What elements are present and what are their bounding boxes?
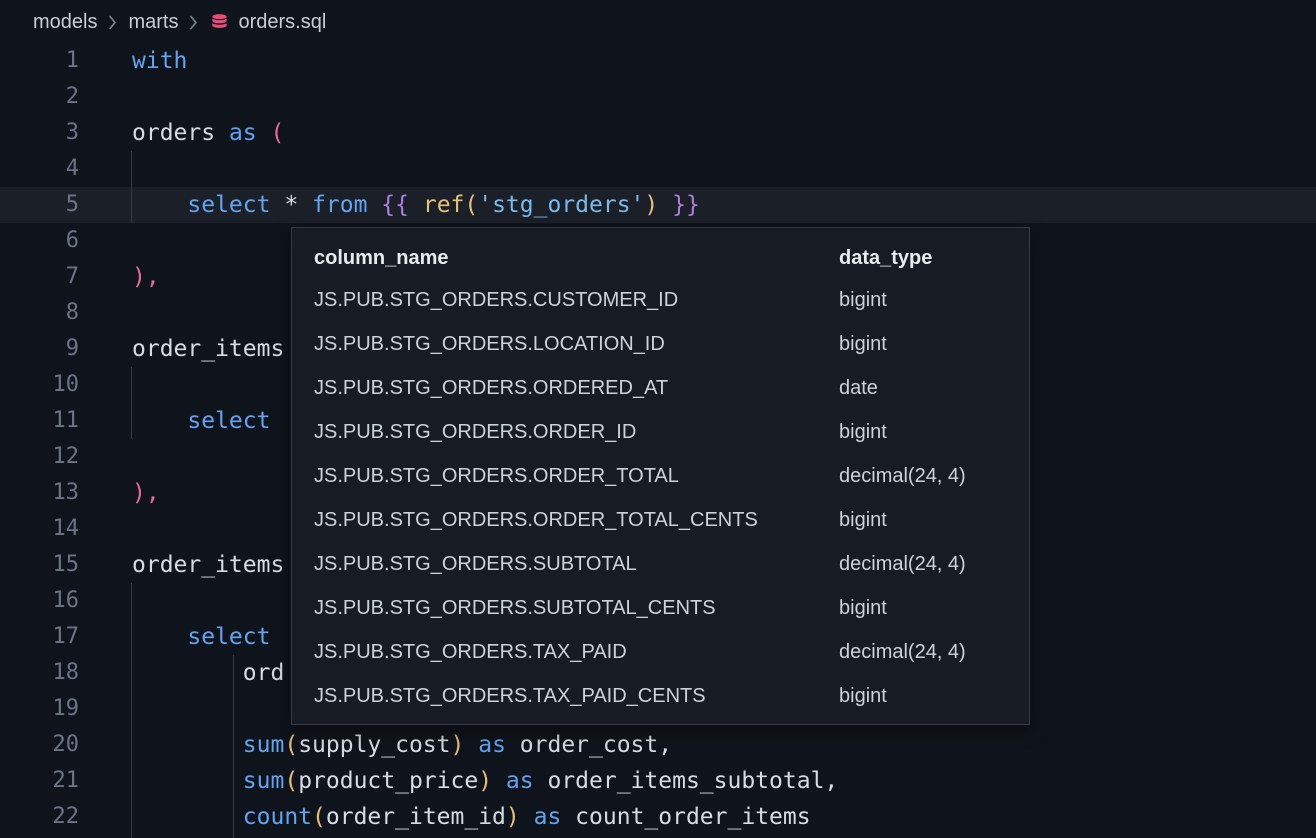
popup-row: JS.PUB.STG_ORDERS.LOCATION_IDbigint — [292, 322, 1029, 366]
popup-column-name: JS.PUB.STG_ORDERS.ORDERED_AT — [314, 377, 839, 400]
breadcrumb-item-models[interactable]: models — [33, 11, 97, 34]
popup-data-type: bigint — [839, 421, 1029, 444]
breadcrumb-item-filename: orders.sql — [238, 11, 326, 34]
code-line[interactable]: 22 count(order_item_id) as count_order_i… — [0, 799, 1316, 835]
line-number: 16 — [0, 583, 79, 619]
popup-header-row: column_name data_type — [292, 238, 1029, 278]
line-number: 6 — [0, 223, 79, 259]
popup-data-type: bigint — [839, 333, 1029, 356]
line-number: 17 — [0, 619, 79, 655]
line-number: 2 — [0, 79, 79, 115]
indent-guide — [131, 151, 132, 223]
code-text: ord — [79, 655, 284, 691]
code-text: with — [79, 43, 187, 79]
code-text — [79, 151, 132, 187]
line-number: 5 — [0, 187, 79, 223]
popup-data-type: decimal(24, 4) — [839, 465, 1029, 488]
columns-popup: column_name data_type JS.PUB.STG_ORDERS.… — [291, 227, 1030, 725]
line-number: 8 — [0, 295, 79, 331]
popup-data-type: bigint — [839, 685, 1029, 708]
code-text: count(order_item_id) as count_order_item… — [79, 799, 811, 835]
breadcrumb-item-marts[interactable]: marts — [128, 11, 178, 34]
code-text: sum(supply_cost) as order_cost, — [79, 727, 672, 763]
code-text: ), — [79, 259, 160, 295]
popup-rows: JS.PUB.STG_ORDERS.CUSTOMER_IDbigintJS.PU… — [292, 278, 1029, 718]
popup-data-type: bigint — [839, 289, 1029, 312]
popup-data-type: decimal(24, 4) — [839, 553, 1029, 576]
line-number: 10 — [0, 367, 79, 403]
popup-row: JS.PUB.STG_ORDERS.ORDERED_ATdate — [292, 366, 1029, 410]
popup-data-type: bigint — [839, 597, 1029, 620]
popup-row: JS.PUB.STG_ORDERS.SUBTOTALdecimal(24, 4) — [292, 542, 1029, 586]
code-text — [79, 223, 132, 259]
popup-data-type: date — [839, 377, 1029, 400]
popup-column-name-header: column_name — [314, 247, 839, 270]
line-number: 3 — [0, 115, 79, 151]
code-text — [79, 511, 132, 547]
code-line[interactable]: 20 sum(supply_cost) as order_cost, — [0, 727, 1316, 763]
popup-column-name: JS.PUB.STG_ORDERS.ORDER_TOTAL — [314, 465, 839, 488]
code-line[interactable]: 2 — [0, 79, 1316, 115]
code-line[interactable]: 1with — [0, 43, 1316, 79]
line-number: 7 — [0, 259, 79, 295]
popup-row: JS.PUB.STG_ORDERS.TAX_PAID_CENTSbigint — [292, 674, 1029, 718]
line-number: 20 — [0, 727, 79, 763]
code-text: select * from {{ ref('stg_orders') }} — [79, 187, 700, 223]
breadcrumb-item-file[interactable]: orders.sql — [209, 11, 326, 34]
popup-column-name: JS.PUB.STG_ORDERS.LOCATION_ID — [314, 333, 839, 356]
popup-data-type: bigint — [839, 509, 1029, 532]
code-text — [79, 367, 132, 403]
line-number: 4 — [0, 151, 79, 187]
popup-row: JS.PUB.STG_ORDERS.ORDER_TOTALdecimal(24,… — [292, 454, 1029, 498]
popup-column-name: JS.PUB.STG_ORDERS.ORDER_ID — [314, 421, 839, 444]
line-number: 1 — [0, 43, 79, 79]
line-number: 11 — [0, 403, 79, 439]
code-text: orders as ( — [79, 115, 284, 151]
line-number: 19 — [0, 691, 79, 727]
popup-data-type-header: data_type — [839, 247, 1029, 270]
popup-column-name: JS.PUB.STG_ORDERS.ORDER_TOTAL_CENTS — [314, 509, 839, 532]
popup-row: JS.PUB.STG_ORDERS.CUSTOMER_IDbigint — [292, 278, 1029, 322]
line-number: 21 — [0, 763, 79, 799]
code-text — [79, 691, 132, 727]
code-line[interactable]: 4 — [0, 151, 1316, 187]
indent-guide — [131, 367, 132, 439]
popup-row: JS.PUB.STG_ORDERS.ORDER_TOTAL_CENTSbigin… — [292, 498, 1029, 542]
line-number: 12 — [0, 439, 79, 475]
popup-column-name: JS.PUB.STG_ORDERS.SUBTOTAL — [314, 553, 839, 576]
line-number: 14 — [0, 511, 79, 547]
breadcrumb: models marts orders.sql — [0, 0, 1316, 44]
code-text: select — [79, 403, 270, 439]
code-text — [79, 439, 132, 475]
popup-column-name: JS.PUB.STG_ORDERS.TAX_PAID_CENTS — [314, 685, 839, 708]
chevron-right-icon — [189, 15, 198, 30]
line-number: 18 — [0, 655, 79, 691]
code-text: order_items — [79, 547, 284, 583]
line-number: 22 — [0, 799, 79, 835]
code-text — [79, 295, 132, 331]
code-text: sum(product_price) as order_items_subtot… — [79, 763, 838, 799]
indent-guide — [131, 583, 132, 838]
code-text — [79, 79, 132, 115]
popup-row: JS.PUB.STG_ORDERS.ORDER_IDbigint — [292, 410, 1029, 454]
line-number: 13 — [0, 475, 79, 511]
code-text: ), — [79, 475, 160, 511]
code-text: select — [79, 619, 270, 655]
popup-column-name: JS.PUB.STG_ORDERS.TAX_PAID — [314, 641, 839, 664]
indent-guide — [233, 655, 234, 838]
code-line[interactable]: 5 select * from {{ ref('stg_orders') }} — [0, 187, 1316, 223]
popup-row: JS.PUB.STG_ORDERS.SUBTOTAL_CENTSbigint — [292, 586, 1029, 630]
code-line[interactable]: 3orders as ( — [0, 115, 1316, 151]
database-icon — [209, 12, 230, 33]
popup-column-name: JS.PUB.STG_ORDERS.SUBTOTAL_CENTS — [314, 597, 839, 620]
popup-row: JS.PUB.STG_ORDERS.TAX_PAIDdecimal(24, 4) — [292, 630, 1029, 674]
line-number: 15 — [0, 547, 79, 583]
code-line[interactable]: 21 sum(product_price) as order_items_sub… — [0, 763, 1316, 799]
popup-column-name: JS.PUB.STG_ORDERS.CUSTOMER_ID — [314, 289, 839, 312]
code-text: order_items — [79, 331, 284, 367]
popup-data-type: decimal(24, 4) — [839, 641, 1029, 664]
chevron-right-icon — [108, 15, 117, 30]
code-text — [79, 583, 132, 619]
line-number: 9 — [0, 331, 79, 367]
